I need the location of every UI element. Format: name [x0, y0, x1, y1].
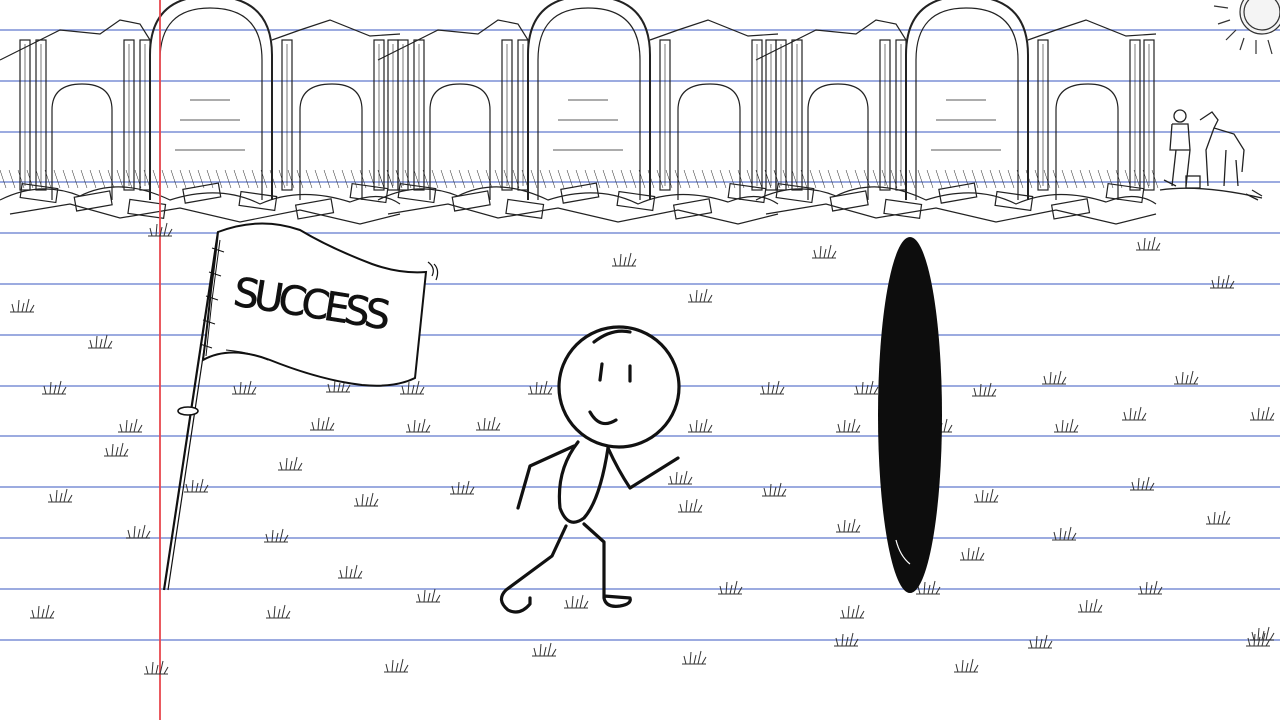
notebook-canvas: SUCCESS — [0, 0, 1280, 720]
portal-oval — [878, 237, 942, 593]
game-scene: SUCCESS — [0, 0, 1280, 720]
stick-figure-head — [557, 325, 681, 449]
